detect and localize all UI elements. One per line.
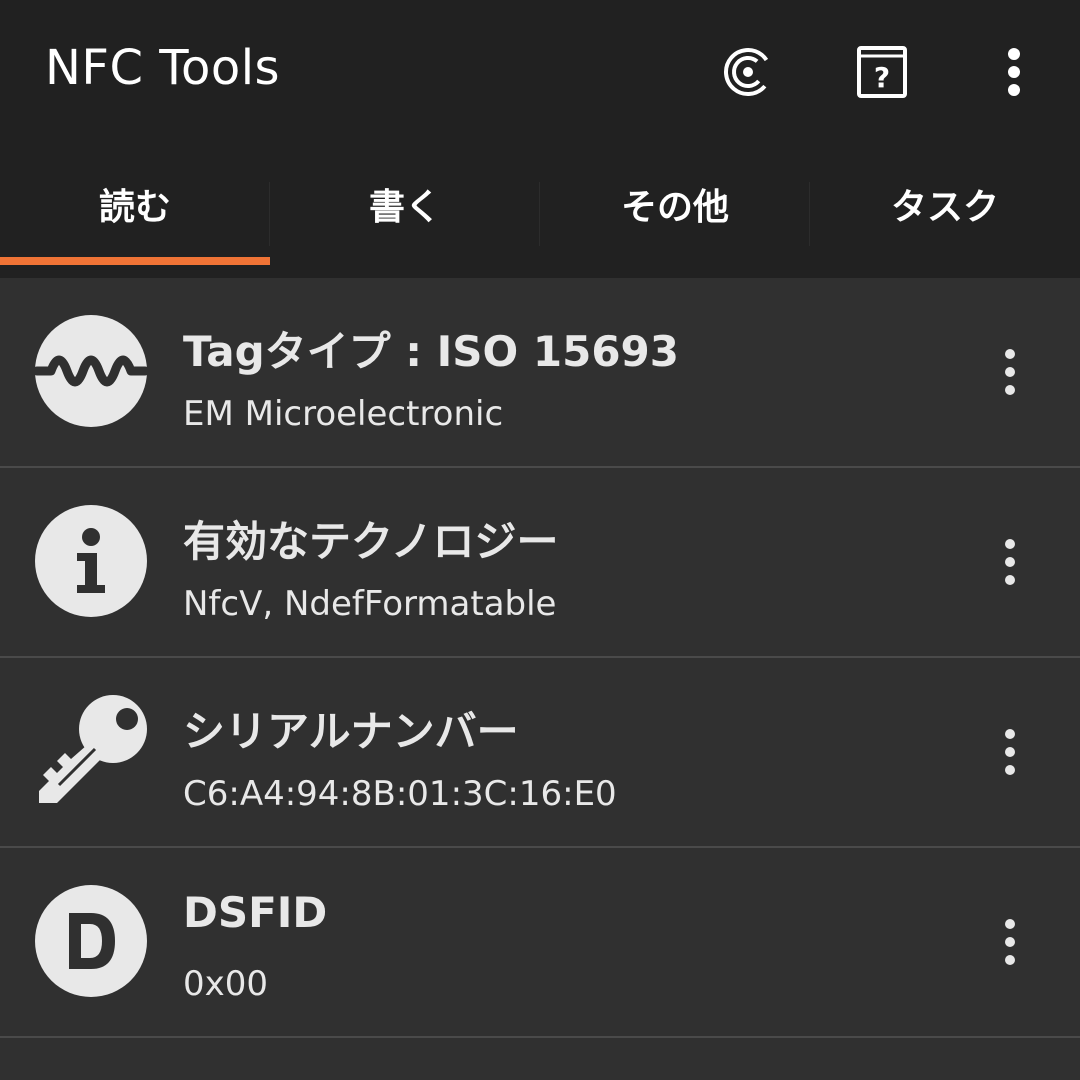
tab-tasks[interactable]: タスク — [810, 150, 1080, 278]
row-overflow-menu-icon[interactable] — [990, 722, 1030, 782]
list-item-dsfid[interactable]: DSFID 0x00 — [0, 848, 1080, 1038]
row-overflow-menu-icon[interactable] — [990, 532, 1030, 592]
list-item-technologies[interactable]: 有効なテクノロジー NfcV, NdefFormatable — [0, 468, 1080, 658]
tab-label: タスク — [890, 187, 999, 228]
row-subtitle: EM Microelectronic — [183, 394, 504, 434]
row-title: 有効なテクノロジー — [183, 517, 559, 566]
row-title: Tagタイプ : ISO 15693 — [183, 327, 680, 376]
app-bar: NFC Tools ? — [0, 0, 1080, 150]
svg-text:?: ? — [874, 61, 890, 94]
coin-icon[interactable] — [720, 42, 776, 102]
tab-read[interactable]: 読む — [0, 150, 270, 278]
letter-d-icon — [35, 885, 147, 997]
tab-label: 読む — [98, 187, 171, 228]
tab-bar: 読む 書く その他 タスク — [0, 150, 1080, 278]
row-overflow-menu-icon[interactable] — [990, 912, 1030, 972]
app-title: NFC Tools — [45, 40, 281, 96]
tab-other[interactable]: その他 — [540, 150, 810, 278]
wave-icon — [32, 315, 150, 427]
info-icon — [35, 505, 147, 617]
row-title: シリアルナンバー — [183, 707, 519, 756]
row-title: DSFID — [183, 888, 328, 937]
app-root: NFC Tools ? 読む 書く その他 タスク Tagタイプ: ISO 1… — [0, 0, 1080, 1080]
row-subtitle: C6:A4:94:8B:01:3C:16:E0 — [183, 774, 617, 814]
key-icon — [35, 695, 147, 807]
row-subtitle: 0x00 — [183, 964, 269, 1004]
list-item-serial-number[interactable]: シリアルナンバー C6:A4:94:8B:01:3C:16:E0 — [0, 658, 1080, 848]
tab-label: その他 — [620, 187, 729, 228]
row-subtitle: NfcV, NdefFormatable — [183, 584, 557, 624]
tab-write[interactable]: 書く — [270, 150, 540, 278]
tab-label: 書く — [368, 187, 441, 228]
selected-tab-indicator — [0, 257, 270, 265]
overflow-menu-icon[interactable] — [986, 42, 1042, 102]
tag-info-list: Tagタイプ : ISO 15693 EM Microelectronic 有効… — [0, 278, 1080, 1038]
help-book-icon[interactable]: ? — [854, 42, 910, 102]
row-overflow-menu-icon[interactable] — [990, 342, 1030, 402]
list-item-tag-type[interactable]: Tagタイプ : ISO 15693 EM Microelectronic — [0, 278, 1080, 468]
